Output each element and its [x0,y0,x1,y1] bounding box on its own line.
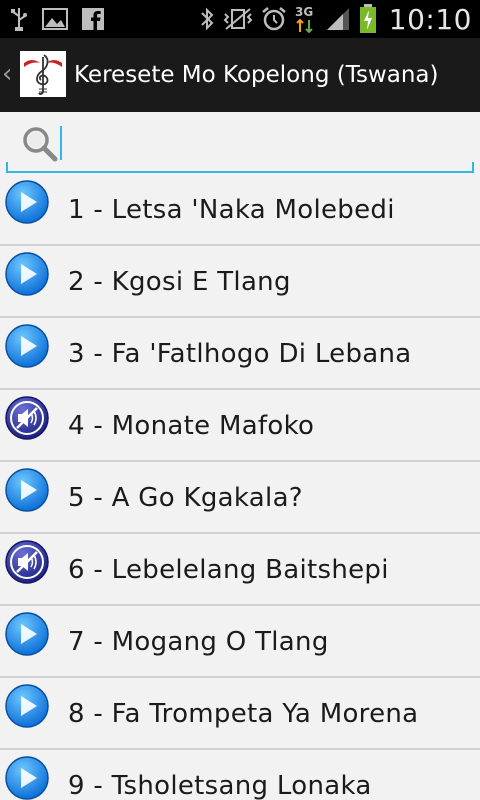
list-item[interactable]: 1 - Letsa 'Naka Molebedi [0,174,480,246]
search-underline [6,162,474,173]
svg-text:3G: 3G [295,5,313,19]
search-input[interactable] [60,124,474,162]
app-logo[interactable] [20,51,66,97]
song-title: 8 - Fa Trompeta Ya Morena [68,699,419,729]
song-title: 5 - A Go Kgakala? [68,483,303,513]
mute-icon[interactable] [4,539,50,585]
song-title: 3 - Fa 'Fatlhogo Di Lebana [68,339,412,369]
play-icon[interactable] [4,323,50,369]
play-icon[interactable] [4,755,50,800]
song-title: 6 - Lebelelang Baitshepi [68,555,389,585]
vibrate-icon [223,7,253,31]
list-item[interactable]: 5 - A Go Kgakala? [0,462,480,534]
song-title: 7 - Mogang O Tlang [68,627,329,657]
song-title: 4 - Monate Mafoko [68,411,315,441]
chevron-left-icon[interactable]: ‹ [2,56,18,92]
status-time: 10:10 [388,2,472,36]
list-item[interactable]: 4 - Monate Mafoko [0,390,480,462]
list-item[interactable]: 2 - Kgosi E Tlang [0,246,480,318]
mute-icon[interactable] [4,395,50,441]
alarm-icon [261,6,287,32]
app-title: Keresete Mo Kopelong (Tswana) [74,62,439,88]
status-bar-notifications [10,0,104,38]
bluetooth-icon [199,6,215,32]
text-cursor [60,126,62,160]
battery-charging-icon [359,4,377,34]
song-list: 1 - Letsa 'Naka Molebedi 2 - Kgosi E Tla… [0,174,480,800]
search-icon [23,127,58,162]
song-title: 9 - Tsholetsang Lonaka [68,771,372,800]
play-icon[interactable] [4,179,50,225]
list-item[interactable]: 8 - Fa Trompeta Ya Morena [0,678,480,750]
treble-clef-logo [20,51,66,97]
facebook-icon [82,8,104,30]
network-3g-icon: 3G [295,4,317,34]
play-icon[interactable] [4,683,50,729]
song-title: 2 - Kgosi E Tlang [68,267,291,297]
list-item[interactable]: 6 - Lebelelang Baitshepi [0,534,480,606]
list-item[interactable]: 9 - Tsholetsang Lonaka [0,750,480,800]
signal-icon [325,6,351,32]
status-bar: 3G 10:10 [0,0,480,38]
search-bar [0,112,480,174]
image-icon [42,8,68,30]
play-icon[interactable] [4,467,50,513]
play-icon[interactable] [4,611,50,657]
list-item[interactable]: 3 - Fa 'Fatlhogo Di Lebana [0,318,480,390]
usb-icon [10,6,28,32]
song-title: 1 - Letsa 'Naka Molebedi [68,195,395,225]
play-icon[interactable] [4,251,50,297]
list-item[interactable]: 7 - Mogang O Tlang [0,606,480,678]
status-bar-system: 3G 10:10 [199,0,472,38]
action-bar: ‹ Keresete Mo Kopelong (Tswana) [0,38,480,114]
